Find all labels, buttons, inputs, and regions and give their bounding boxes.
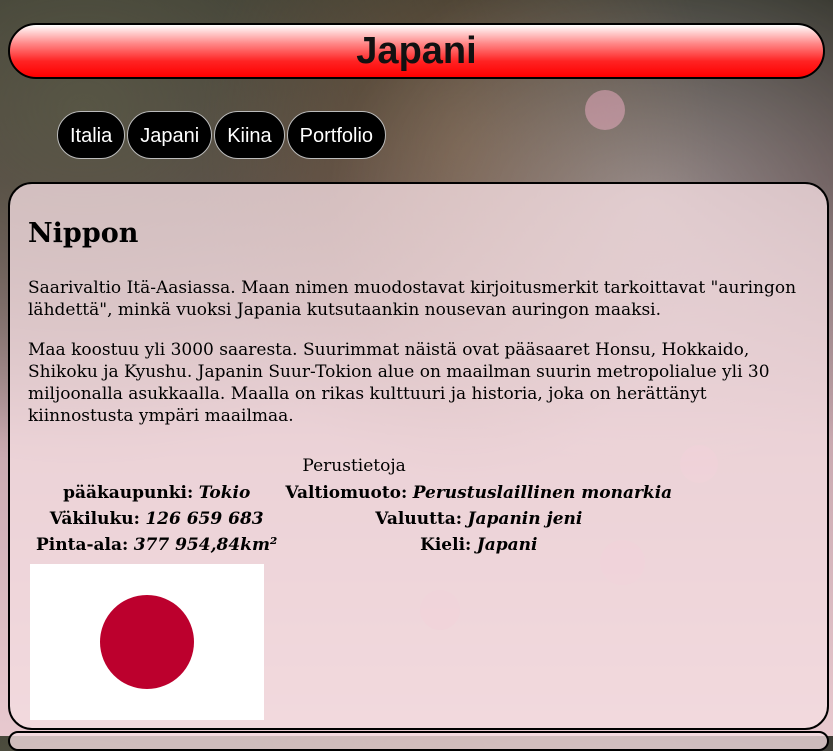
article-paragraph: Maa koostuu yli 3000 saaresta. Suurimmat… — [28, 340, 770, 426]
page-title: Japani — [356, 29, 477, 72]
nav-link-italia[interactable]: Italia — [57, 111, 126, 159]
facts-table-wrapper: Perustietoja pääkaupunki: Tokio Valtiomu… — [30, 456, 678, 560]
article-paragraph: Saarivaltio Itä-Aasiassa. Maan nimen muo… — [28, 278, 797, 320]
nav-link-kiina[interactable]: Kiina — [214, 111, 285, 159]
nav-link-portfolio[interactable]: Portfolio — [286, 111, 387, 159]
facts-table: Perustietoja pääkaupunki: Tokio Valtiomu… — [30, 456, 678, 560]
background-blossom — [585, 90, 625, 130]
fact-cell: Pinta-ala: 377 954,84km² — [36, 535, 278, 555]
nav-link-japani[interactable]: Japani — [127, 111, 213, 159]
main-nav: Italia Japani Kiina Portfolio — [57, 111, 388, 159]
fact-cell: Kieli: Japani — [420, 535, 538, 555]
page-header: Japani — [8, 23, 825, 79]
fact-cell: Valtiomuoto: Perustuslaillinen monarkia — [285, 483, 673, 503]
footer-panel — [8, 731, 829, 751]
flag-sun-disc — [100, 595, 194, 689]
fact-cell: Väkiluku: 126 659 683 — [49, 509, 264, 529]
fact-cell: Valuutta: Japanin jeni — [375, 509, 583, 529]
fact-cell: pääkaupunki: Tokio — [63, 483, 251, 503]
table-row: pääkaupunki: Tokio Valtiomuoto: Perustus… — [34, 482, 674, 504]
article-heading: Nippon — [28, 218, 139, 249]
table-row: Pinta-ala: 377 954,84km² Kieli: Japani — [34, 534, 674, 556]
facts-caption: Perustietoja — [302, 456, 406, 476]
japan-flag-icon — [30, 564, 264, 720]
content-panel: Nippon Saarivaltio Itä-Aasiassa. Maan ni… — [8, 182, 829, 730]
table-row: Väkiluku: 126 659 683 Valuutta: Japanin … — [34, 508, 674, 530]
